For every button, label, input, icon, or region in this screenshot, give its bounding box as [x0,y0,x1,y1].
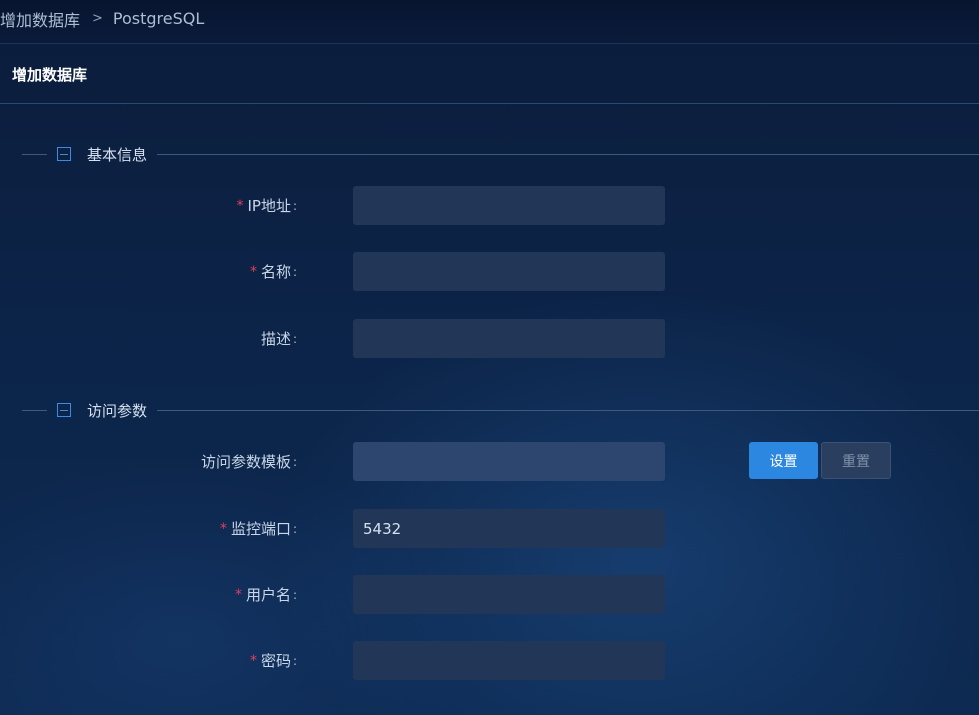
section-basic-info: 基本信息 [22,144,979,164]
minus-square-icon[interactable] [57,403,71,417]
form-row-description: 描述 : [0,319,979,358]
port-label: * 监控端口 : [220,509,297,548]
description-label-text: 描述 [260,330,291,348]
reset-button[interactable]: 重置 [821,442,891,479]
name-input[interactable] [353,252,665,291]
form-row-password: * 密码 : [0,641,979,680]
port-input[interactable] [353,509,665,548]
required-mark: * [234,586,242,603]
ip-input[interactable] [353,186,665,225]
port-label-text: 监控端口 [230,520,291,538]
ip-label-text: IP地址 [247,197,291,215]
breadcrumb-current: PostgreSQL [112,9,205,28]
label-colon: : [292,653,297,668]
set-button[interactable]: 设置 [749,442,818,479]
username-label-text: 用户名 [245,586,291,604]
page-title: 增加数据库 [12,65,88,84]
form-row-template: 访问参数模板 : 设置 重置 [0,442,979,481]
section-title-basic: 基本信息 [87,145,148,164]
required-mark: * [236,197,244,214]
description-label: 描述 : [261,319,297,358]
ip-label: * IP地址 : [236,186,297,225]
name-label-text: 名称 [260,263,291,281]
label-colon: : [292,587,297,602]
section-title-access: 访问参数 [87,401,148,420]
section-divider-left [22,409,47,411]
template-select[interactable] [353,442,665,481]
required-mark: * [249,263,257,280]
label-colon: : [292,264,297,279]
password-label: * 密码 : [250,641,297,680]
panel-header: 增加数据库 [0,45,979,104]
breadcrumb: 增加数据库 > PostgreSQL [0,0,979,44]
required-mark: * [219,520,227,537]
form-row-ip: * IP地址 : [0,186,979,225]
password-input[interactable] [353,641,665,680]
label-colon: : [292,198,297,213]
username-input[interactable] [353,575,665,614]
section-divider-right [157,153,979,155]
required-mark: * [249,652,257,669]
minus-square-icon[interactable] [57,147,71,161]
username-label: * 用户名 : [235,575,297,614]
template-label: 访问参数模板 : [201,442,297,481]
template-label-text: 访问参数模板 [200,453,291,471]
form-row-name: * 名称 : [0,252,979,291]
breadcrumb-parent[interactable]: 增加数据库 [0,7,80,31]
breadcrumb-separator: > [92,11,103,26]
label-colon: : [292,454,297,469]
password-label-text: 密码 [260,652,291,670]
label-colon: : [292,521,297,536]
section-divider-right [157,409,979,411]
description-input[interactable] [353,319,665,358]
label-colon: : [292,331,297,346]
form-row-username: * 用户名 : [0,575,979,614]
form-row-port: * 监控端口 : [0,509,979,548]
section-divider-left [22,153,47,155]
section-access-params: 访问参数 [22,400,979,420]
name-label: * 名称 : [250,252,297,291]
